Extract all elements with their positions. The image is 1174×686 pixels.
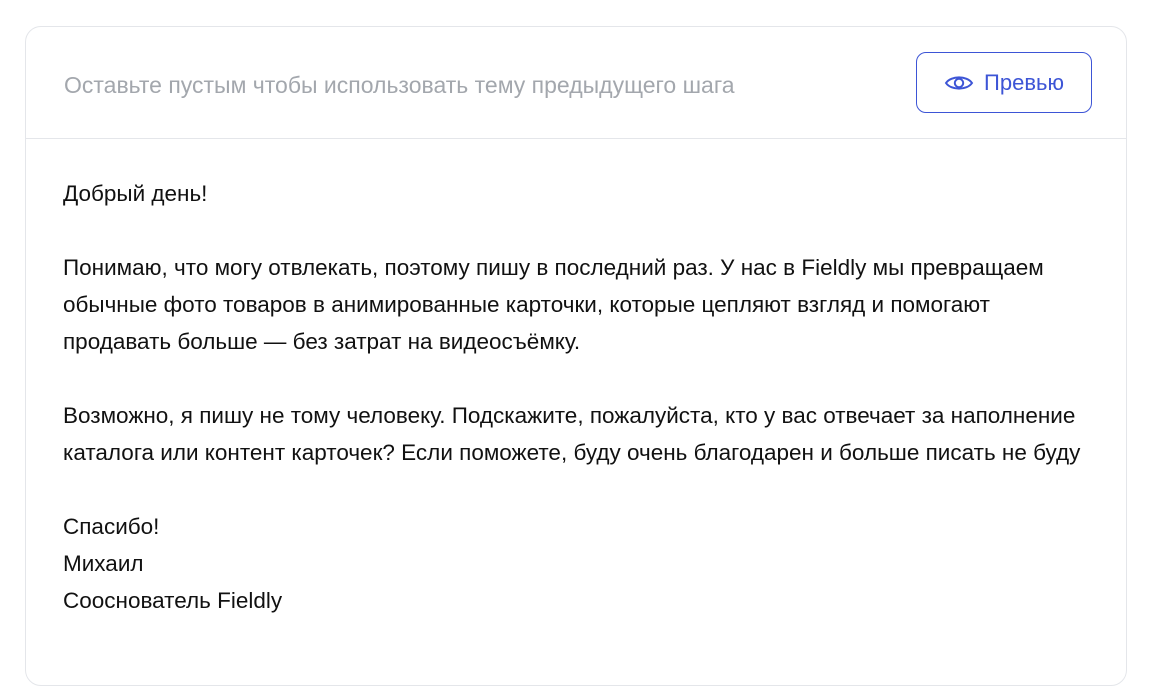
- email-step-editor: Превью Добрый день! Понимаю, что могу от…: [25, 26, 1127, 686]
- preview-button[interactable]: Превью: [916, 52, 1092, 113]
- eye-icon: [944, 73, 974, 93]
- preview-button-label: Превью: [984, 69, 1064, 95]
- body-paragraph-1: Понимаю, что могу отвлекать, поэтому пиш…: [63, 255, 1044, 354]
- body-paragraph-2: Возможно, я пишу не тому человеку. Подск…: [63, 403, 1081, 465]
- subject-row: Превью: [26, 27, 1126, 139]
- signature: Спасибо! Михаил Сооснователь Fieldly: [63, 508, 1103, 619]
- signature-title: Сооснователь Fieldly: [63, 588, 283, 613]
- signature-thanks: Спасибо!: [63, 514, 160, 539]
- subject-input[interactable]: [64, 65, 884, 105]
- greeting-text: Добрый день!: [63, 181, 208, 206]
- signature-name: Михаил: [63, 551, 144, 576]
- email-body-editor[interactable]: Добрый день! Понимаю, что могу отвлекать…: [63, 175, 1103, 619]
